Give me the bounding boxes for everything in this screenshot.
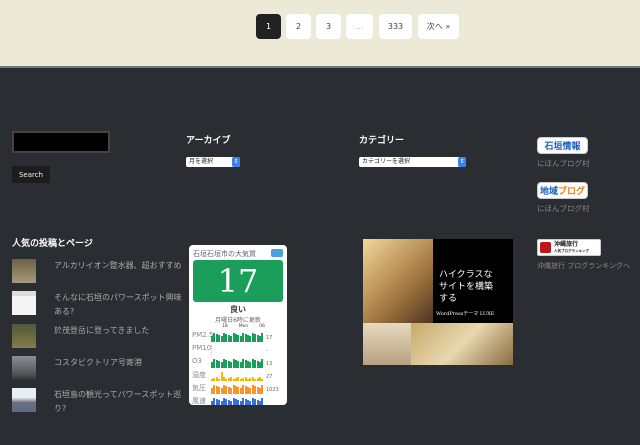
badge-text: 人気ブログランキング (554, 248, 589, 253)
archive-select[interactable]: 月を選択 ⇕ (186, 157, 240, 167)
sparkline-bar (261, 398, 264, 405)
pollutant-value: 17 (266, 335, 273, 341)
local-blog-badge[interactable]: 地域 ブログ (537, 182, 588, 199)
aqi-value: 17 (193, 260, 283, 302)
list-item[interactable]: 於茂登岳に登ってきました (12, 324, 182, 348)
list-item[interactable]: そんなに石垣のパワースポット興味ある? (12, 291, 182, 319)
post-thumbnail (12, 356, 36, 380)
aqi-status: 良い (230, 305, 246, 314)
badge-caption[interactable]: 沖縄旅行 ブログランキングへ (537, 261, 630, 271)
badge-text: 情報 (562, 142, 581, 152)
badge-text: 地域 (539, 187, 558, 197)
post-thumbnail (12, 291, 36, 315)
category-select-value: カテゴリーを選択 (362, 158, 411, 165)
post-thumbnail (12, 388, 36, 412)
next-page-button[interactable]: 次へ » (418, 14, 459, 39)
axis-tick: 18 (222, 324, 228, 329)
ishigaki-info-badge[interactable]: 石垣 情報 (537, 137, 588, 154)
badge-text: ブログ (558, 187, 586, 197)
search-button[interactable]: Search (12, 166, 50, 183)
category-title: カテゴリー (359, 136, 405, 146)
category-select[interactable]: カテゴリーを選択 ⇕ (359, 157, 466, 167)
page-2[interactable]: 2 (286, 14, 311, 39)
post-title[interactable]: 石垣島の観光ってパワースポット巡り? (54, 388, 182, 416)
ad-text-panel: ハイクラスなサイトを構築する WordPressテーマ LUXE (433, 239, 513, 323)
ad-image-lobby (363, 239, 433, 323)
post-title[interactable]: アルカリイオン整水器、超おすすめ (54, 259, 182, 283)
pollutant-value: 27 (266, 374, 273, 380)
pollutant-sparkline (211, 384, 264, 394)
pollutant-sparkline (211, 397, 264, 405)
ranking-logo-icon (540, 242, 551, 253)
air-title: 石垣石垣市の大気質 (193, 250, 256, 258)
pollutant-value: 1023 (266, 387, 279, 393)
ad-headline: ハイクラスなサイトを構築する (439, 270, 494, 304)
list-item[interactable]: アルカリイオン整水器、超おすすめ (12, 259, 182, 283)
select-arrow-icon: ⇕ (458, 157, 466, 167)
sparkline-bar (261, 359, 264, 368)
ad-footer: WordPressテーマ LUXE (436, 311, 495, 317)
post-thumbnail (12, 324, 36, 348)
axis-tick: 06 (259, 324, 265, 329)
archive-title: アーカイブ (186, 136, 231, 146)
post-title[interactable]: 於茂登岳に登ってきました (54, 324, 149, 348)
pagination-area: 1 2 3 … 333 次へ » (0, 0, 640, 68)
sparkline-bar (261, 379, 264, 381)
updated-time: 月曜日6時に更新 (215, 317, 261, 324)
list-item[interactable]: コスタビクトリア号寄港 (12, 356, 182, 380)
post-title[interactable]: そんなに石垣のパワースポット興味ある? (54, 291, 182, 319)
pollutant-sparkline (211, 332, 264, 342)
time-axis: 18 Mon 06 (211, 324, 265, 329)
axis-tick: Mon (238, 324, 249, 329)
archive-select-value: 月を選択 (189, 158, 214, 165)
page-333[interactable]: 333 (379, 14, 412, 39)
page-1[interactable]: 1 (256, 14, 281, 39)
search-input[interactable] (12, 131, 110, 153)
pollutant-value: 13 (266, 361, 273, 367)
page-ellipsis: … (346, 14, 373, 39)
cloud-icon (271, 249, 283, 257)
luxe-ad-banner[interactable]: ハイクラスなサイトを構築する WordPressテーマ LUXE (363, 239, 513, 365)
air-quality-widget[interactable]: 石垣石垣市の大気質 17 良い 月曜日6時に更新 18 Mon 06 PM2.5 17… (189, 245, 287, 405)
popular-title: 人気の投稿とページ (12, 239, 93, 249)
page-3[interactable]: 3 (316, 14, 341, 39)
post-title[interactable]: コスタビクトリア号寄港 (54, 356, 142, 380)
okinawa-travel-badge[interactable]: 沖縄旅行 人気ブログランキング (537, 239, 601, 256)
sparkline-bar (261, 333, 264, 342)
sparkline-bar (261, 385, 264, 394)
pollutant-sparkline (211, 371, 264, 381)
badge-caption[interactable]: にほんブログ村 (537, 203, 590, 214)
badge-caption[interactable]: にほんブログ村 (537, 158, 590, 169)
pollutant-sparkline (211, 345, 263, 355)
ad-image-food (363, 323, 411, 365)
select-arrow-icon: ⇕ (232, 157, 240, 167)
badge-text: 石垣 (544, 142, 563, 152)
post-thumbnail (12, 259, 36, 283)
ad-image-lounge (411, 323, 513, 365)
pollutant-sparkline (211, 358, 264, 368)
list-item[interactable]: 石垣島の観光ってパワースポット巡り? (12, 388, 182, 416)
pollutant-value: - (266, 348, 268, 354)
